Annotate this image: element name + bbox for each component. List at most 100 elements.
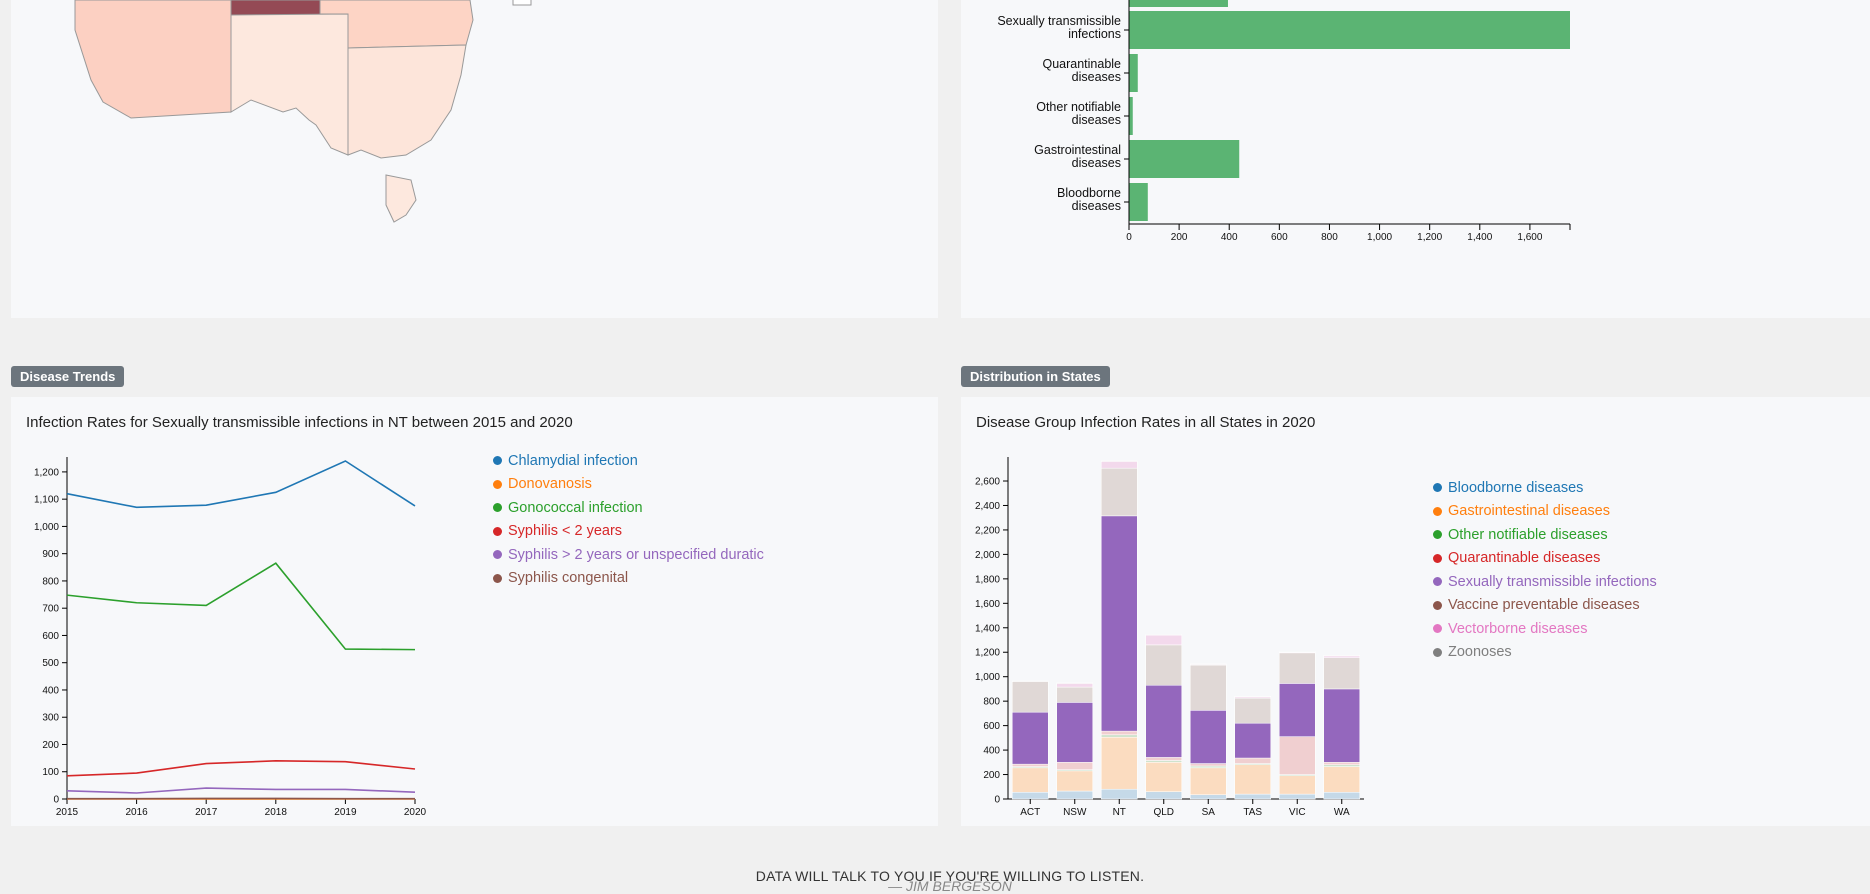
legend-item: Gonococcal infection xyxy=(493,496,793,520)
bar-category-label: diseases xyxy=(1072,70,1121,84)
bar xyxy=(1129,97,1133,135)
x-tick-label: 2020 xyxy=(404,807,427,818)
y-tick-label: 2,200 xyxy=(975,525,1000,536)
map-region-wa xyxy=(74,0,232,119)
legend-label: Zoonoses xyxy=(1448,644,1512,661)
bar-category-label: infections xyxy=(1068,27,1121,41)
bar-category-label: Gastrointestinal xyxy=(1034,143,1121,157)
bar-category-label: Bloodborne xyxy=(1057,186,1121,200)
legend-dot-icon xyxy=(493,479,502,489)
y-tick-label: 1,600 xyxy=(975,599,1000,610)
legend-dot-icon xyxy=(1433,600,1442,610)
legend-dot-icon xyxy=(493,456,502,466)
map-panel xyxy=(11,0,938,318)
y-tick-label: 1,000 xyxy=(34,522,59,533)
legend-label: Other notifiable diseases xyxy=(1448,526,1608,543)
legend-item: Other notifiable diseases xyxy=(1433,523,1657,547)
y-tick-label: 0 xyxy=(53,795,59,806)
legend-item: Gastrointestinal diseases xyxy=(1433,500,1657,524)
legend-dot-icon xyxy=(493,526,502,536)
stacked-bar-segment xyxy=(1234,764,1271,795)
stacked-bar-segment xyxy=(1323,766,1360,793)
map-region-sa xyxy=(230,13,349,156)
legend-label: Gastrointestinal diseases xyxy=(1448,503,1610,520)
legend-dot-icon xyxy=(1433,624,1442,634)
stacked-bar-segment xyxy=(1056,686,1093,703)
horizontal-bar-chart: Sexually transmissibleinfections Quaranti… xyxy=(997,0,1571,243)
legend-dot-icon xyxy=(493,503,502,513)
legend-label: Gonococcal infection xyxy=(508,499,643,516)
map-region-tas xyxy=(385,174,417,223)
x-tick-label: TAS xyxy=(1243,807,1262,818)
legend-label: Vectorborne diseases xyxy=(1448,620,1588,637)
y-tick-label: 2,400 xyxy=(975,501,1000,512)
x-tick-label: QLD xyxy=(1153,807,1174,818)
stacked-bar-segment xyxy=(1279,775,1316,795)
y-tick-label: 100 xyxy=(42,767,59,778)
x-tick-label: 400 xyxy=(1221,232,1238,243)
bar xyxy=(1129,140,1240,178)
x-tick-label: SA xyxy=(1202,807,1216,818)
legend-label: Sexually transmissible infections xyxy=(1448,573,1657,590)
y-tick-label: 400 xyxy=(983,746,1000,757)
stacked-bar-segment xyxy=(1279,652,1316,684)
legend-item: Bloodborne diseases xyxy=(1433,476,1657,500)
legend-item: Quarantinable diseases xyxy=(1433,547,1657,571)
y-tick-label: 1,400 xyxy=(975,623,1000,634)
x-tick-label: NT xyxy=(1113,807,1126,818)
stacked-bar-segment xyxy=(1279,683,1316,737)
legend-label: Bloodborne diseases xyxy=(1448,479,1584,496)
y-tick-label: 900 xyxy=(42,549,59,560)
bar-category-label: diseases xyxy=(1072,156,1121,170)
legend-label: Chlamydial infection xyxy=(508,452,638,469)
stacked-bar-segment xyxy=(1234,697,1271,724)
legend-dot-icon xyxy=(1433,647,1442,657)
y-tick-label: 600 xyxy=(983,721,1000,732)
x-tick-label: 2016 xyxy=(125,807,148,818)
x-tick-label: VIC xyxy=(1289,807,1306,818)
stacked-bar-segment xyxy=(1012,767,1049,793)
map-region-nt xyxy=(230,0,321,16)
legend-dot-icon xyxy=(1433,577,1442,587)
legend-item: Vectorborne diseases xyxy=(1433,617,1657,641)
stacked-bar-segment xyxy=(1012,681,1049,713)
stacked-bar-segment xyxy=(1012,680,1049,682)
bar-category-label: Sexually transmissible xyxy=(997,14,1121,28)
stacked-bar-segment xyxy=(1323,792,1360,800)
x-tick-label: 200 xyxy=(1171,232,1188,243)
map-legend-swatch xyxy=(512,0,532,6)
x-tick-label: WA xyxy=(1334,807,1350,818)
legend-item: Syphilis congenital xyxy=(493,567,793,591)
x-tick-label: 600 xyxy=(1271,232,1288,243)
legend-dot-icon xyxy=(493,550,502,560)
y-tick-label: 800 xyxy=(983,697,1000,708)
legend-item: Vaccine preventable diseases xyxy=(1433,594,1657,618)
legend-dot-icon xyxy=(493,573,502,583)
stacked-bar-segment xyxy=(1279,736,1316,775)
x-tick-label: 800 xyxy=(1321,232,1338,243)
stacked-bar-chart: 0 200 400 600 800 1,000 1,200 1,400 1,600 1,800 2,… xyxy=(975,457,1364,818)
stacked-bar-segment xyxy=(1012,763,1049,767)
legend-dot-icon xyxy=(1433,553,1442,563)
legend-dot-icon xyxy=(1433,506,1442,516)
stacked-bar-segment xyxy=(1323,688,1360,763)
stacked-bar-segment xyxy=(1323,657,1360,690)
stacked-bar-segment xyxy=(1101,734,1138,738)
bar xyxy=(1129,183,1148,221)
legend-label: Vaccine preventable diseases xyxy=(1448,597,1640,614)
stacked-bar-segment xyxy=(1190,664,1227,711)
stacked-bar-segment xyxy=(1145,762,1182,792)
bar-category-label: diseases xyxy=(1072,199,1121,213)
stacked-bar-segment xyxy=(1101,467,1138,517)
legend-label: Donovanosis xyxy=(508,476,592,493)
series-line xyxy=(66,787,416,794)
legend-item: Donovanosis xyxy=(493,473,793,497)
line-chart: 0 100 200 300 400 500 600 700 800 900 1,000 1,100 1,… xyxy=(34,457,427,818)
stacked-bar-segment xyxy=(1012,711,1049,765)
trends-panel: Infection Rates for Sexually transmissib… xyxy=(11,397,938,826)
footer-author: — JIM BERGESON xyxy=(888,878,1012,894)
legend-item: Syphilis > 2 years or unspecified durati… xyxy=(493,543,793,567)
y-tick-label: 2,600 xyxy=(975,477,1000,488)
stacked-bar-segment xyxy=(1101,730,1138,736)
legend-dot-icon xyxy=(1433,483,1442,493)
